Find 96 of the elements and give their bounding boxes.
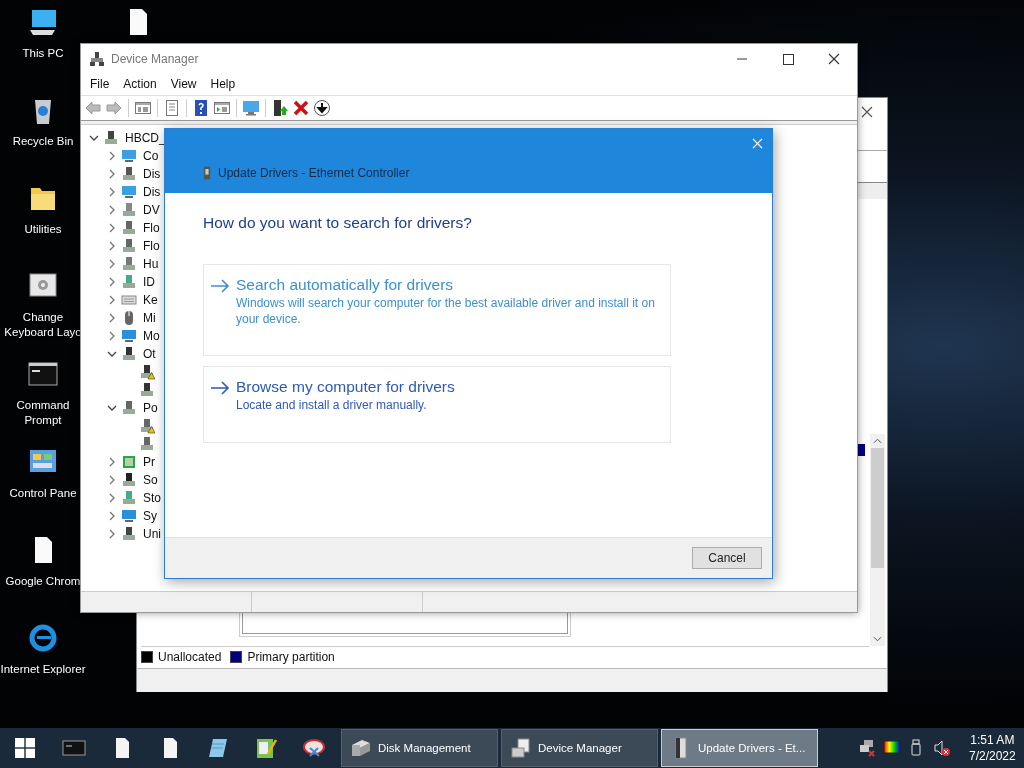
help-icon[interactable] — [192, 99, 210, 117]
device-icon — [121, 400, 137, 416]
panel-icon[interactable] — [134, 99, 152, 117]
scrollbar-thumb[interactable] — [871, 448, 884, 568]
desktop-icon-label: Change — [22, 310, 64, 325]
desktop-icon-label: Utilities — [24, 222, 62, 237]
device-icon — [121, 202, 137, 218]
tree-item[interactable]: ID — [143, 275, 155, 289]
scissors-icon[interactable] — [302, 736, 326, 760]
forward-icon[interactable] — [105, 99, 123, 117]
uninstall-icon[interactable] — [292, 99, 310, 117]
close-icon[interactable] — [861, 106, 873, 118]
tree-item[interactable]: Ot — [143, 347, 156, 361]
tree-item[interactable]: Ke — [143, 293, 158, 307]
option-title: Browse my computer for drivers — [236, 377, 456, 397]
back-icon[interactable] — [84, 99, 102, 117]
device-icon — [203, 166, 211, 180]
dialog-title: Update Drivers - Ethernet Controller — [218, 166, 410, 180]
legend-label: Primary partition — [247, 650, 335, 664]
network-error-icon[interactable] — [858, 739, 876, 757]
tree-item[interactable]: Mo — [143, 329, 160, 343]
menu-item[interactable]: Action — [116, 75, 164, 93]
device-icon — [121, 328, 137, 344]
update-driver-icon[interactable] — [271, 99, 289, 117]
tree-item[interactable]: Mi — [143, 311, 156, 325]
globe-icon[interactable] — [27, 622, 59, 654]
device-manager-icon — [89, 50, 105, 67]
tree-item[interactable]: Hu — [143, 257, 159, 271]
color-display-icon[interactable] — [883, 739, 901, 757]
tree-item[interactable]: Dis — [143, 185, 161, 199]
properties-icon[interactable] — [163, 99, 181, 117]
tree-item[interactable]: Po — [143, 401, 158, 415]
device-icon — [121, 292, 137, 308]
arrow-icon — [210, 381, 230, 395]
desktop-icon-label: Control Pane — [9, 486, 77, 501]
device-icon — [121, 526, 137, 542]
menu-item[interactable]: File — [83, 75, 117, 93]
device-icon — [121, 238, 137, 254]
device-icon — [121, 508, 137, 524]
tree-item[interactable]: So — [143, 473, 158, 487]
option-description: Locate and install a driver manually. — [236, 397, 428, 413]
cancel-button[interactable]: Cancel — [692, 547, 762, 569]
desktop-icon-label: Recycle Bin — [12, 134, 74, 149]
speaker-muted-icon[interactable] — [933, 739, 951, 757]
device-icon — [121, 184, 137, 200]
device-icon — [103, 130, 119, 146]
tree-item[interactable]: HBCD_ — [125, 131, 166, 145]
desktop-icon-label: Internet Explorer — [0, 662, 86, 677]
device-icon — [121, 148, 137, 164]
device-manager-icon — [510, 737, 532, 759]
device-icon — [121, 490, 137, 506]
taskbar-button[interactable]: Device Manager — [501, 729, 658, 767]
tree-item[interactable]: Pr — [143, 455, 155, 469]
scroll-up-icon[interactable] — [873, 438, 882, 444]
tree-item[interactable]: Flo — [143, 239, 160, 253]
tree-item[interactable]: Dis — [143, 167, 161, 181]
notepad-icon[interactable] — [206, 736, 230, 760]
taskbar-button[interactable]: Disk Management — [341, 729, 498, 767]
option-description: Windows will search your computer for the best available driver and install it on your device. — [236, 295, 656, 327]
taskbar-button[interactable]: Update Drivers - Et... — [661, 729, 818, 767]
tree-item[interactable]: Flo — [143, 221, 160, 235]
device-icon — [121, 274, 137, 290]
tree-item[interactable]: Sy — [143, 509, 157, 523]
device-icon — [121, 166, 137, 182]
device-icon — [121, 472, 137, 488]
windows-start-icon[interactable] — [15, 738, 35, 758]
panel-icon[interactable] — [213, 99, 231, 117]
tree-item[interactable]: Uni — [143, 527, 161, 541]
scrollbar[interactable] — [870, 434, 885, 646]
legend-label: Unallocated — [158, 650, 222, 664]
menu-item[interactable]: Help — [203, 75, 243, 93]
option-link[interactable]: Search automatically for drivers Windows will search your computer for the best available driver and install it on your device. — [203, 264, 671, 356]
scroll-down-icon[interactable] — [873, 636, 882, 642]
device-icon — [121, 454, 137, 470]
device-icon — [121, 220, 137, 236]
clock-date[interactable]: 7/2/2022 — [969, 748, 1016, 764]
tree-item[interactable]: DV — [143, 203, 160, 217]
menu-item[interactable]: View — [163, 75, 204, 93]
dialog-heading: How do you want to search for drivers? — [203, 214, 473, 232]
option-title: Search automatically for drivers — [236, 275, 455, 295]
device-icon — [121, 256, 137, 272]
window-title: Device Manager — [111, 51, 200, 66]
download-icon[interactable] — [313, 99, 331, 117]
desktop-icon-label: Google Chrom — [5, 574, 81, 589]
tree-item[interactable]: Co — [143, 149, 159, 163]
desktop-icon-label: Command — [16, 398, 70, 413]
option-link[interactable]: Browse my computer for drivers Locate and install a driver manually. — [203, 366, 671, 443]
arrow-icon — [210, 279, 230, 293]
desktop-icon-label: Prompt — [24, 413, 62, 428]
disk-icon — [350, 737, 372, 759]
clock-time[interactable]: 1:51 AM — [970, 732, 1015, 748]
editor-icon[interactable] — [254, 736, 278, 760]
desktop-icon-label: This PC — [22, 46, 64, 61]
device-icon — [121, 346, 137, 362]
monitor-icon[interactable] — [242, 99, 260, 117]
tree-item[interactable]: Sto — [143, 491, 161, 505]
